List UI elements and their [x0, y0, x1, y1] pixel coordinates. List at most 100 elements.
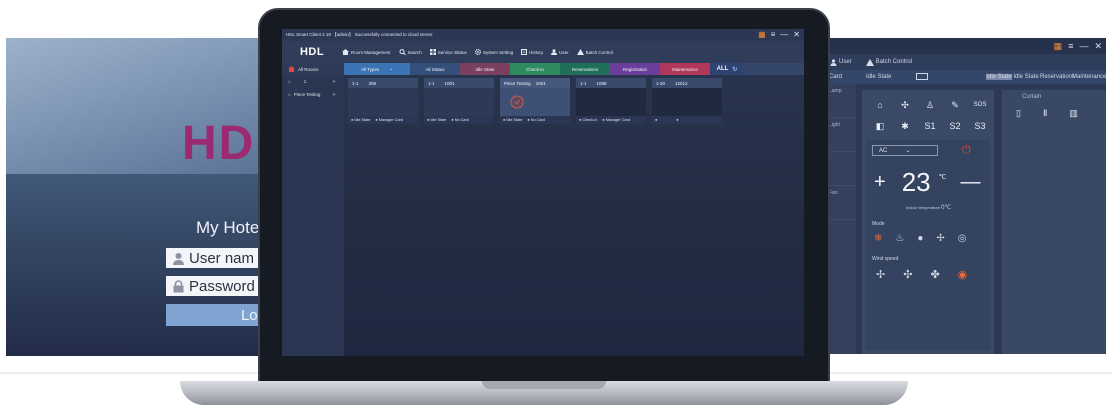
wind-low-icon[interactable]: ✢ [876, 268, 885, 281]
tab-idle-state[interactable]: Idle State [866, 74, 916, 80]
menu-batch-control[interactable]: Batch Control [576, 49, 613, 55]
grid-icon[interactable]: ▦ [758, 30, 766, 39]
control-sidebar: Lamp Light t Fan [826, 84, 856, 354]
menu-icon[interactable]: ≡ [771, 30, 776, 39]
control-tabs: Card Idle State Idle State Idle State Re… [826, 70, 1106, 84]
tab-idle-state-active[interactable]: Idle State [986, 74, 1012, 80]
control-toolbar: User Batch Control [826, 54, 1106, 70]
filter-reservations[interactable]: Reservations [560, 63, 610, 75]
room-card[interactable]: 1-20 12012 ● ● [652, 78, 722, 124]
person-icon[interactable]: ♙ [920, 96, 940, 114]
bell-icon[interactable]: ✱ [895, 117, 915, 135]
grid-icon[interactable]: ▦ [1054, 41, 1063, 52]
temp-increase-button[interactable]: + [874, 171, 886, 194]
filter-bar: All Rooms All Types ⌄ All Status Idle St… [282, 63, 804, 75]
user-icon [173, 252, 184, 265]
room-card[interactable]: 1-1 308 ● Idle State ● Manager Card [348, 78, 418, 124]
room-number: 12012 [675, 80, 688, 86]
do-not-disturb-icon [510, 95, 524, 109]
filter-idle-state[interactable]: Idle State [460, 63, 510, 75]
scene-s3[interactable]: S3 [970, 117, 990, 135]
curtain-close-icon[interactable]: ▥ [1069, 108, 1078, 119]
hotel-name: My Hote [196, 218, 260, 237]
power-icon[interactable]: ⏻ [962, 144, 971, 157]
filter-check-in[interactable]: Check-in [510, 63, 560, 75]
side-item[interactable]: t [826, 152, 856, 186]
door-icon[interactable]: ◧ [870, 117, 890, 135]
ac-mode-select[interactable]: AC ⌄ [872, 145, 938, 156]
app-titlebar: HDL Smart Client 2.18 【admin】 Successful… [282, 29, 804, 41]
tab-reservations[interactable]: Reservations [1040, 74, 1075, 80]
temp-decrease-button[interactable]: — [960, 171, 980, 194]
room-number: 1001 [535, 80, 546, 86]
wind-auto-icon[interactable]: ◉ [958, 268, 968, 281]
close-icon[interactable]: ✕ [793, 30, 800, 39]
all-status-select[interactable]: All Status [410, 63, 460, 75]
curtain-pause-icon[interactable]: Ⅱ [1043, 108, 1047, 119]
menu-room-management[interactable]: Room Management [342, 49, 391, 55]
sidebar-item-piece-testing[interactable]: ⌂ Piece Testing > [282, 88, 344, 101]
tab-card[interactable]: Card [826, 74, 866, 80]
room-floor: 1-1 [352, 80, 359, 86]
room-floor: Piece Testing [504, 80, 531, 86]
all-rooms-button[interactable]: All Rooms [282, 63, 344, 75]
room-floor: 1-20 [656, 80, 666, 86]
scene-s1[interactable]: S1 [920, 117, 940, 135]
side-item[interactable]: Fan [826, 186, 856, 220]
building-icon: ⌂ [288, 79, 291, 84]
scene-s2[interactable]: S2 [945, 117, 965, 135]
menu-history[interactable]: History [521, 49, 543, 55]
room-card[interactable]: 1-1 1088 ● Check-in ● Manager Card [576, 78, 646, 124]
chevron-right-icon: > [332, 92, 336, 97]
batch-icon [865, 58, 874, 66]
menu-icon[interactable]: ≡ [1068, 41, 1073, 52]
history-icon [521, 49, 528, 55]
lock-icon [173, 279, 184, 292]
sos-button[interactable]: SOS [970, 96, 990, 114]
wind-speed-label: Wind speed [872, 256, 899, 262]
fan-mode-icon[interactable]: ✢ [936, 233, 944, 244]
fire-mode-icon[interactable]: ♨ [895, 233, 904, 244]
side-item[interactable]: Lamp [826, 84, 856, 118]
gear-icon [474, 49, 481, 55]
indoor-temp-label: Indoor temperature [906, 205, 941, 210]
filter-all[interactable]: ALL ↻ [710, 63, 744, 75]
drop-mode-icon[interactable]: ● [917, 233, 923, 244]
user-icon [830, 58, 837, 66]
curtain-open-icon[interactable]: ▯ [1016, 108, 1021, 119]
menu-service-status[interactable]: Service Status [429, 49, 467, 55]
ac-control: AC ⌄ ⏻ + 23 ℃ — Indoor temperature 0℃ Mo… [866, 140, 990, 350]
plug-icon[interactable]: ⌂ [870, 96, 890, 114]
menu-user[interactable]: User [551, 49, 569, 55]
room-card[interactable]: 1-1 1001 ● Idle State ● No Card [424, 78, 494, 124]
close-icon[interactable]: ✕ [1094, 41, 1102, 52]
menu-system-setting[interactable]: System Setting [474, 49, 513, 55]
auto-mode-icon[interactable]: ◎ [958, 233, 967, 244]
minimize-icon[interactable]: — [1079, 41, 1088, 52]
tab-idle-state-box[interactable] [916, 72, 986, 82]
side-item[interactable]: Light [826, 118, 856, 152]
chevron-right-icon: > [332, 79, 336, 84]
menu-search[interactable]: Search [399, 49, 422, 55]
tab-idle-state-2[interactable]: Idle State [1012, 74, 1040, 80]
scene-panel: ⌂ ✣ ♙ ✎ SOS ◧ ✱ S1 S2 S3 AC ⌄ ⏻ + 23 ℃ —… [862, 90, 994, 354]
toolbar-user[interactable]: User [830, 58, 852, 66]
filter-registration[interactable]: Registration [610, 63, 660, 75]
room-card[interactable]: Piece Testing 1001 ● Idle State ● No Car… [500, 78, 570, 124]
grid-icon [429, 49, 436, 55]
tab-maintenance[interactable]: Maintenance [1072, 74, 1106, 80]
all-types-select[interactable]: All Types ⌄ [344, 63, 410, 75]
room-status: ● Idle State [427, 118, 447, 122]
fan-icon[interactable]: ✣ [895, 96, 915, 114]
sidebar-item-1[interactable]: ⌂ 1 > [282, 75, 344, 88]
wind-high-icon[interactable]: ✤ [930, 268, 939, 281]
temperature-value: 23 [901, 167, 931, 197]
minimize-icon[interactable]: — [780, 30, 788, 39]
filter-maintenance[interactable]: Maintenance [660, 63, 710, 75]
toolbar-batch-control[interactable]: Batch Control [865, 58, 912, 66]
username-placeholder: User nam [189, 249, 255, 267]
room-card-type: ● No Card [527, 118, 545, 122]
heat-mode-icon[interactable]: ❄ [874, 233, 882, 244]
wind-mid-icon[interactable]: ✣ [903, 268, 912, 281]
brush-icon[interactable]: ✎ [945, 96, 965, 114]
